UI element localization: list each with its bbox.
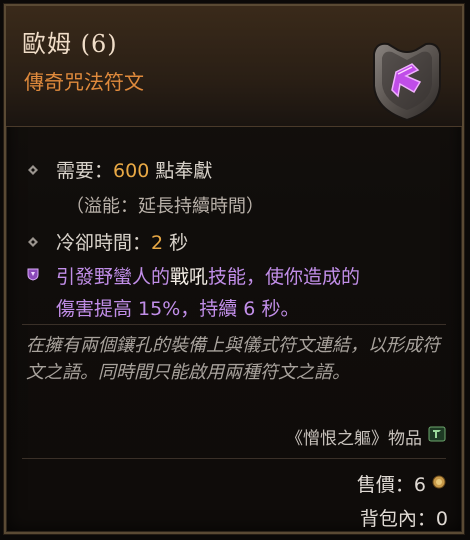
expansion-icon (428, 426, 446, 442)
effect-line-1: 引發野蠻人的戰吼技能，使你造成的 (56, 262, 360, 289)
overflow-note: （溢能：延長持續時間） (66, 196, 264, 217)
origin-text: 《憎恨之軀》物品 (286, 429, 422, 449)
sell-price: 售價：6 (356, 474, 426, 496)
effect-skill: 戰吼 (170, 266, 209, 288)
cooldown-unit: 秒 (163, 232, 189, 254)
cooldown-text: 冷卻時間：2 秒 (56, 228, 188, 255)
effect-line-2: 傷害提高 15%，持續 6 秒。 (56, 298, 300, 320)
item-name: 歐姆 (6) (22, 30, 118, 58)
effect-part-1: 引發野蠻人的 (56, 266, 171, 288)
item-tooltip: 歐姆 (6) 傳奇咒法符文 需要：600 點奉獻 （溢能：延長持續時間） 冷卻時… (3, 3, 465, 535)
requirement-label: 需要： (56, 160, 114, 182)
rune-icon (368, 36, 446, 122)
requirement-value: 600 (113, 160, 150, 182)
diamond-bullet-icon (28, 237, 38, 247)
divider (22, 458, 446, 459)
magic-effect-icon (27, 268, 39, 281)
cooldown-value: 2 (151, 232, 164, 254)
bag-count: 背包內：0 (359, 508, 448, 530)
item-type: 傳奇咒法符文 (24, 70, 144, 94)
requirement-unit: 點奉獻 (149, 160, 213, 182)
gold-coin-icon (432, 475, 446, 489)
requirement-text: 需要：600 點奉獻 (56, 156, 212, 183)
flavor-text: 在擁有兩個鑲孔的裝備上與儀式符文連結，以形成符文之語。同時間只能啟用兩種符文之語… (26, 335, 440, 383)
divider (22, 324, 446, 325)
tooltip-header: 歐姆 (6) 傳奇咒法符文 (6, 6, 462, 127)
cooldown-label: 冷卻時間： (56, 232, 152, 254)
effect-part-2: 技能，使你造成的 (208, 266, 361, 288)
diamond-bullet-icon (28, 165, 38, 175)
